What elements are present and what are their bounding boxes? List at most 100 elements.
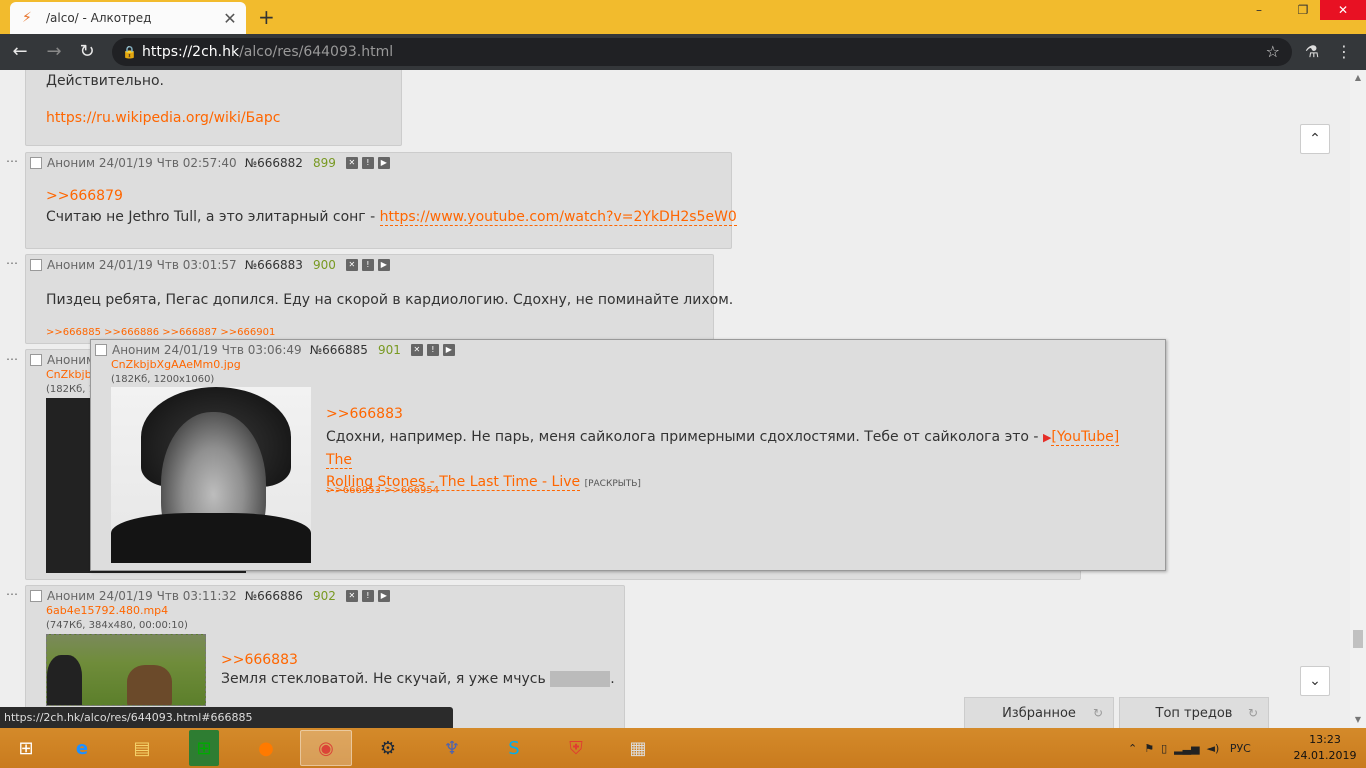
quote-link[interactable]: >>666883	[221, 652, 298, 668]
spoiler[interactable]	[550, 671, 611, 687]
site-favicon-icon: ⚡	[22, 10, 32, 26]
firefox-icon[interactable]: ●	[240, 730, 292, 766]
hide-icon[interactable]: ✕	[345, 259, 358, 271]
top-threads-button[interactable]: Топ тредов ↻	[1119, 697, 1269, 728]
post-date: 24/01/19 Чтв 03:11:32	[98, 589, 237, 603]
url-path: /alco/res/644093.html	[239, 44, 394, 60]
post-number[interactable]: №666886	[245, 589, 303, 603]
post-image-thumbnail[interactable]	[111, 387, 311, 563]
report-icon[interactable]: !	[361, 590, 374, 602]
extension-icon[interactable]: ⚗	[1300, 40, 1324, 64]
hide-icon[interactable]: ✕	[345, 157, 358, 169]
scroll-up-arrow-icon[interactable]: ▲	[1350, 70, 1366, 86]
browser-tab[interactable]: ⚡ /alco/ - Алкотред ✕	[10, 2, 246, 34]
post-checkbox[interactable]	[30, 590, 42, 602]
refresh-icon[interactable]: ↻	[1093, 706, 1103, 720]
thread-page: Действительно. https://ru.wikipedia.org/…	[0, 70, 1350, 728]
report-icon[interactable]: !	[426, 344, 439, 356]
tray-flag-icon[interactable]: ⚑	[1144, 742, 1154, 755]
quote-link[interactable]: >>666879	[46, 188, 123, 204]
clock-date: 24.01.2019	[1293, 749, 1357, 762]
play-icon[interactable]: ▶	[377, 259, 390, 271]
scroll-down-button[interactable]: ⌄	[1300, 666, 1330, 696]
post-number[interactable]: №666882	[245, 156, 303, 170]
play-icon[interactable]: ▶	[377, 590, 390, 602]
post-number[interactable]: №666883	[245, 258, 303, 272]
minimize-button[interactable]: –	[1244, 0, 1274, 20]
post-checkbox[interactable]	[95, 344, 107, 356]
menu-kebab-icon[interactable]: ⋮	[1332, 40, 1356, 64]
post-text: Сдохни, например. Не парь, меня сайколог…	[326, 429, 1120, 491]
expand-link[interactable]: [РАСКРЫТЬ]	[585, 479, 641, 489]
system-clock[interactable]: 13:23 24.01.2019	[1292, 732, 1358, 764]
post-count: 900	[312, 258, 336, 272]
bookmark-star-icon[interactable]: ☆	[1266, 38, 1280, 66]
post-date: 24/01/19 Чтв 02:57:40	[98, 156, 237, 170]
vpn-shield-icon[interactable]: ⛨	[550, 730, 602, 766]
video-thumbnail[interactable]	[46, 634, 206, 706]
language-indicator[interactable]: РУС	[1230, 742, 1251, 755]
scroll-down-arrow-icon[interactable]: ▼	[1350, 712, 1366, 728]
hide-icon[interactable]: ✕	[345, 590, 358, 602]
post-preview-popup: Аноним 24/01/19 Чтв 03:06:49 №666885 901…	[90, 339, 1166, 571]
post-author: Аноним	[47, 156, 96, 170]
refresh-icon[interactable]: ↻	[1248, 706, 1258, 720]
file-link[interactable]: CnZkbjb	[46, 368, 92, 381]
post-checkbox[interactable]	[30, 259, 42, 271]
hide-icon[interactable]: ✕	[410, 344, 423, 356]
control-panel-icon[interactable]: ▦	[612, 730, 664, 766]
reload-icon[interactable]: ↻	[75, 40, 99, 64]
system-tray: ⌃ ⚑ ▯ ▂▃▅ ◄) РУС	[1128, 728, 1251, 768]
tray-expand-icon[interactable]: ⌃	[1128, 742, 1137, 755]
reply-link[interactable]: >>666887	[162, 327, 217, 338]
reply-link[interactable]: >>666885	[46, 327, 101, 338]
post-menu-dots-icon[interactable]: ⋯	[6, 587, 18, 601]
report-icon[interactable]: !	[361, 259, 374, 271]
file-explorer-icon[interactable]: ▤	[116, 730, 168, 766]
youtube-link[interactable]: https://www.youtube.com/watch?v=2YkDH2s5…	[379, 209, 737, 226]
post-fragment: Действительно. https://ru.wikipedia.org/…	[25, 70, 402, 146]
file-link[interactable]: CnZkbjbXgAAeMm0.jpg	[111, 358, 241, 371]
file-link[interactable]: 6ab4e15792.480.mp4	[46, 604, 168, 617]
post-number[interactable]: №666885	[310, 343, 368, 357]
post-checkbox[interactable]	[30, 354, 42, 366]
post-menu-dots-icon[interactable]: ⋯	[6, 154, 18, 168]
signal-icon[interactable]: ▂▃▅	[1174, 742, 1199, 755]
play-icon[interactable]: ▶	[377, 157, 390, 169]
favorites-button[interactable]: Избранное ↻	[964, 697, 1114, 728]
reply-link[interactable]: >>666954	[384, 485, 439, 496]
store-icon[interactable]: ⊞	[189, 730, 219, 766]
quote-link[interactable]: >>666883	[326, 406, 403, 422]
wiki-link[interactable]: https://ru.wikipedia.org/wiki/Барс	[46, 110, 280, 126]
skype-icon[interactable]: S	[488, 730, 540, 766]
post-text: Земля стекловатой. Не скучай, я уже мчус…	[221, 671, 615, 687]
steam-icon[interactable]: ⚙	[362, 730, 414, 766]
report-icon[interactable]: !	[361, 157, 374, 169]
chrome-icon[interactable]: ◉	[300, 730, 352, 766]
top-threads-label: Топ тредов	[1155, 705, 1233, 721]
battery-icon[interactable]: ▯	[1161, 742, 1167, 755]
internet-explorer-icon[interactable]: e	[56, 730, 108, 766]
reply-link[interactable]: >>666953	[326, 485, 381, 496]
page-scrollbar[interactable]: ▲ ▼	[1350, 70, 1366, 728]
scroll-up-button[interactable]: ⌃	[1300, 124, 1330, 154]
restore-button[interactable]: ❐	[1288, 0, 1318, 20]
new-tab-button[interactable]: +	[258, 5, 275, 29]
volume-icon[interactable]: ◄)	[1207, 742, 1220, 755]
reply-link[interactable]: >>666901	[220, 327, 275, 338]
app-icon[interactable]: ♆	[426, 730, 478, 766]
post-count: 899	[312, 156, 336, 170]
start-windows-icon[interactable]: ⊞	[0, 730, 52, 766]
post-menu-dots-icon[interactable]: ⋯	[6, 352, 18, 366]
reply-link[interactable]: >>666886	[104, 327, 159, 338]
play-icon[interactable]: ▶	[442, 344, 455, 356]
address-bar[interactable]: 🔒 https://2ch.hk/alco/res/644093.html ☆	[112, 38, 1292, 66]
back-arrow-icon[interactable]: ←	[8, 40, 32, 64]
forward-arrow-icon[interactable]: →	[42, 40, 66, 64]
scrollbar-thumb[interactable]	[1353, 630, 1363, 648]
tab-close-icon[interactable]: ✕	[220, 9, 240, 28]
post-header: Аноним	[30, 353, 95, 367]
window-close-button[interactable]: ✕	[1320, 0, 1366, 20]
post-checkbox[interactable]	[30, 157, 42, 169]
post-menu-dots-icon[interactable]: ⋯	[6, 256, 18, 270]
